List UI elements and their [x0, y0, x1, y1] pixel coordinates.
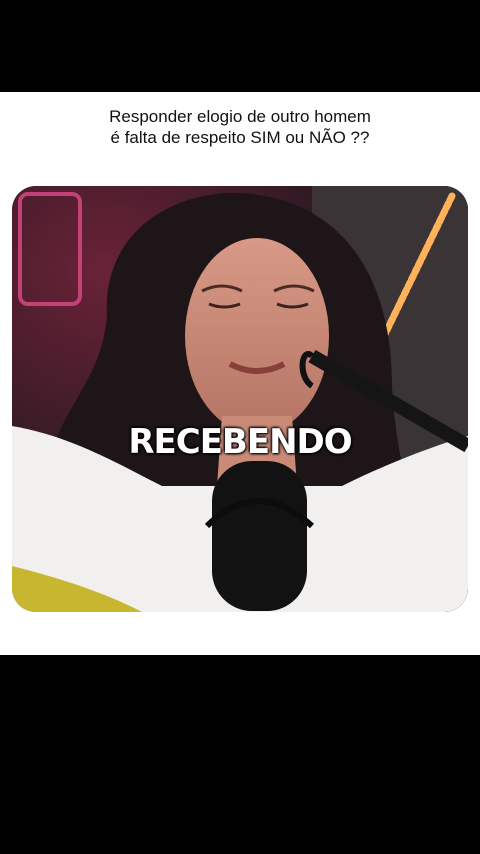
- post-card: Responder elogio de outro homem é falta …: [0, 92, 480, 655]
- caption-line-1: Responder elogio de outro homem: [109, 107, 371, 126]
- top-letterbox: [0, 0, 480, 92]
- caption-line-2: é falta de respeito SIM ou NÃO ??: [110, 128, 370, 147]
- bottom-letterbox: [0, 655, 480, 854]
- video-frame[interactable]: RECEBENDO: [12, 186, 468, 612]
- video-subtitle: RECEBENDO: [128, 422, 352, 462]
- post-caption: Responder elogio de outro homem é falta …: [0, 106, 480, 148]
- video-still: [12, 186, 468, 612]
